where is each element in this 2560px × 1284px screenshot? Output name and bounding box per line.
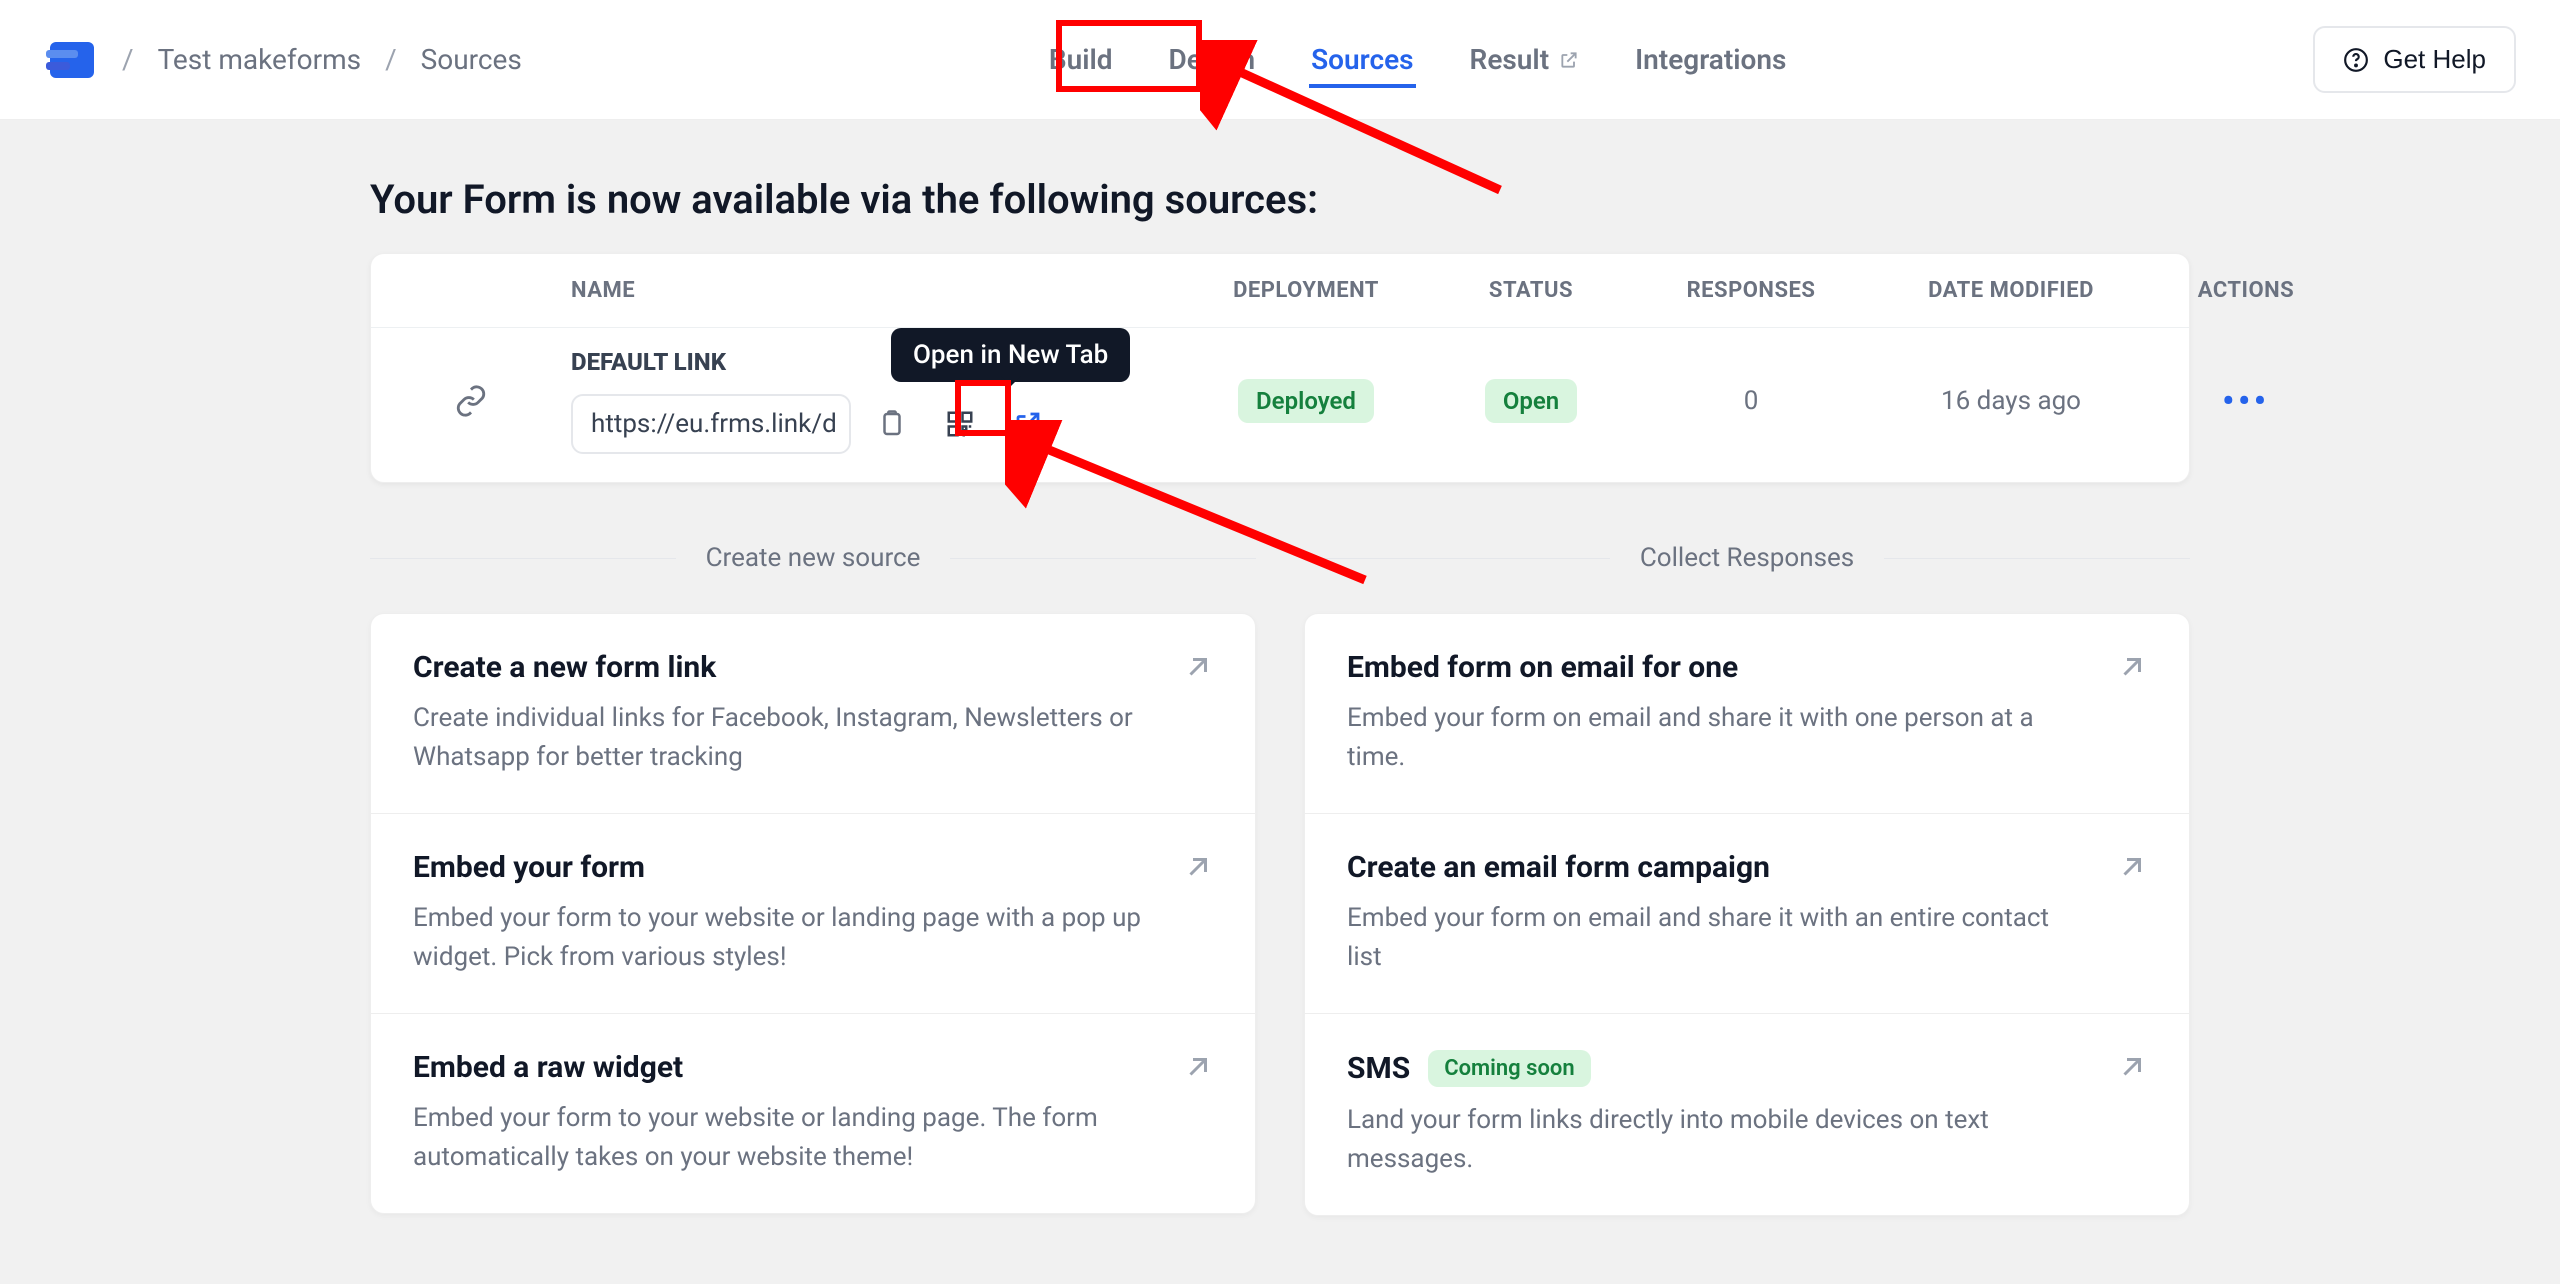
tab-build[interactable]: Build xyxy=(1047,31,1115,88)
tab-sources[interactable]: Sources xyxy=(1309,31,1415,88)
card-title: SMS xyxy=(1347,1051,1410,1086)
card-title: Embed form on email for one xyxy=(1347,650,1738,685)
card-email-one[interactable]: Embed form on email for one Embed your f… xyxy=(1305,614,2189,814)
arrow-icon xyxy=(2117,852,2147,886)
breadcrumb-sep: / xyxy=(385,43,397,76)
top-nav: Build Design Sources Result Integrations xyxy=(1047,31,1789,88)
external-link-icon xyxy=(1559,50,1579,70)
card-new-form-link[interactable]: Create a new form link Create individual… xyxy=(371,614,1255,814)
status-badge: Open xyxy=(1485,379,1577,423)
breadcrumb: / Test makeforms / Sources xyxy=(122,43,522,76)
breadcrumb-item-form[interactable]: Test makeforms xyxy=(158,43,362,76)
breadcrumb-item-section[interactable]: Sources xyxy=(421,43,522,76)
card-email-campaign[interactable]: Create an email form campaign Embed your… xyxy=(1305,814,2189,1014)
create-source-cards: Create a new form link Create individual… xyxy=(370,613,1256,1214)
card-title: Embed a raw widget xyxy=(413,1050,683,1085)
card-desc: Land your form links directly into mobil… xyxy=(1347,1101,2083,1179)
section-create-title: Create new source xyxy=(676,543,951,573)
card-desc: Embed your form to your website or landi… xyxy=(413,899,1149,977)
arrow-icon xyxy=(2117,652,2147,686)
arrow-icon xyxy=(1183,652,1213,686)
get-help-label: Get Help xyxy=(2383,44,2486,75)
th-date-modified: DATE MODIFIED xyxy=(1861,278,2161,303)
card-embed-form[interactable]: Embed your form Embed your form to your … xyxy=(371,814,1255,1014)
tab-design[interactable]: Design xyxy=(1167,31,1258,88)
card-embed-raw-widget[interactable]: Embed a raw widget Embed your form to yo… xyxy=(371,1014,1255,1213)
link-url-field[interactable]: https://eu.frms.link/d xyxy=(571,394,851,454)
card-sms[interactable]: SMS Coming soon Land your form links dir… xyxy=(1305,1014,2189,1215)
card-desc: Create individual links for Facebook, In… xyxy=(413,699,1149,777)
card-desc: Embed your form on email and share it wi… xyxy=(1347,699,2083,777)
th-actions: ACTIONS xyxy=(2161,278,2331,303)
th-name: NAME xyxy=(371,278,571,303)
th-deployment: DEPLOYMENT xyxy=(1191,278,1421,303)
collect-responses-cards: Embed form on email for one Embed your f… xyxy=(1304,613,2190,1216)
qr-button[interactable] xyxy=(933,397,987,451)
arrow-icon xyxy=(2117,1052,2147,1086)
external-link-icon xyxy=(1013,409,1043,439)
card-title: Create an email form campaign xyxy=(1347,850,1770,885)
tab-result-label: Result xyxy=(1470,43,1550,76)
row-actions-button[interactable]: ••• xyxy=(2222,382,2270,420)
link-icon xyxy=(454,384,488,418)
topbar: / Test makeforms / Sources Build Design … xyxy=(0,0,2560,120)
card-title: Create a new form link xyxy=(413,650,716,685)
help-icon xyxy=(2343,47,2369,73)
tab-result[interactable]: Result xyxy=(1468,31,1582,88)
date-modified: 16 days ago xyxy=(1941,386,2081,416)
arrow-icon xyxy=(1183,852,1213,886)
page-title: Your Form is now available via the follo… xyxy=(370,176,2190,223)
th-status: STATUS xyxy=(1421,278,1641,303)
card-title: Embed your form xyxy=(413,850,645,885)
clipboard-icon xyxy=(877,409,907,439)
table-row: DEFAULT LINK https://eu.frms.link/d xyxy=(371,328,2189,482)
copy-button[interactable] xyxy=(865,397,919,451)
arrow-icon xyxy=(1183,1052,1213,1086)
card-desc: Embed your form on email and share it wi… xyxy=(1347,899,2083,977)
get-help-button[interactable]: Get Help xyxy=(2313,26,2516,93)
breadcrumb-sep: / xyxy=(122,43,134,76)
coming-soon-badge: Coming soon xyxy=(1428,1050,1590,1087)
card-desc: Embed your form to your website or landi… xyxy=(413,1099,1149,1177)
open-new-tab-button[interactable] xyxy=(1001,397,1055,451)
th-responses: RESPONSES xyxy=(1641,278,1861,303)
app-logo[interactable] xyxy=(44,38,100,82)
sources-table: NAME DEPLOYMENT STATUS RESPONSES DATE MO… xyxy=(370,253,2190,483)
qr-code-icon xyxy=(945,409,975,439)
deployment-badge: Deployed xyxy=(1238,379,1374,423)
tooltip-open-new-tab: Open in New Tab xyxy=(891,328,1130,382)
tab-integrations[interactable]: Integrations xyxy=(1633,31,1788,88)
responses-count: 0 xyxy=(1744,386,1759,416)
section-collect-title: Collect Responses xyxy=(1610,543,1884,573)
